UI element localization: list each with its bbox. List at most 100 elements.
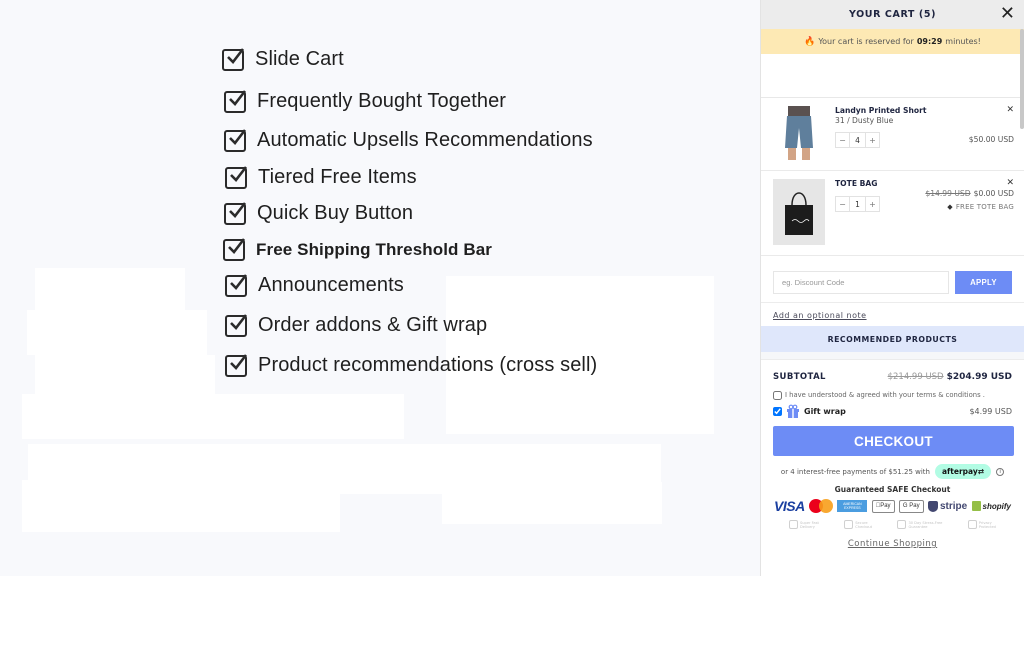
checkout-button[interactable]: CHECKOUT — [773, 426, 1014, 456]
quantity-stepper: − 1 + — [835, 196, 880, 212]
google-pay-logo: G Pay — [898, 499, 924, 513]
feature-label: Frequently Bought Together — [257, 90, 507, 112]
cart-title: YOUR CART (5) — [848, 9, 937, 20]
ghost-block — [35, 268, 185, 313]
cart-line-item: TOTE BAG − 1 + ✕ $14.99 USD $0.00 USD ◆ FR… — [761, 171, 1024, 256]
continue-shopping-link[interactable]: Continue Shopping — [773, 539, 1012, 549]
ghost-block — [27, 310, 207, 355]
safe-checkout-title: Guaranteed SAFE Checkout — [834, 485, 951, 494]
shield-icon — [927, 500, 938, 512]
feature-promo-panel: Slide Cart Frequently Bought Together Au… — [0, 0, 760, 576]
checkbox-checked-icon — [222, 47, 245, 71]
discount-row: APPLY — [761, 259, 1024, 303]
shorts-image[interactable] — [773, 106, 825, 162]
close-icon[interactable]: ✕ — [1000, 5, 1015, 23]
reservation-timer-bar: 🔥 Your cart is reserved for 09:29 minute… — [761, 29, 1024, 54]
item-title[interactable]: Landyn Printed Short — [835, 106, 1014, 115]
terms-label: I have understood & agreed with your ter… — [785, 391, 985, 399]
line-item-details: Landyn Printed Short 31 / Dusty Blue − 4… — [835, 105, 1014, 162]
subtotal-compare-price: $214.99 USD — [887, 372, 944, 382]
checkbox-checked-icon — [224, 89, 247, 113]
feature-label: Automatic Upsells Recommendations — [257, 129, 593, 151]
item-price: $50.00 USD — [968, 135, 1014, 144]
recommended-products-header[interactable]: RECOMMENDED PRODUCTS — [761, 326, 1024, 352]
cart-line-item: Landyn Printed Short 31 / Dusty Blue − 4… — [761, 98, 1024, 171]
apple-pay-logo: Pay — [871, 499, 895, 513]
visa-logo: VISA — [774, 498, 805, 514]
discount-code-input[interactable] — [773, 271, 949, 294]
subtotal-price: $204.99 USD — [946, 372, 1012, 382]
trophy-icon — [897, 520, 907, 529]
feature-label: Product recommendations (cross sell) — [258, 354, 598, 376]
page: Slide Cart Frequently Bought Together Au… — [0, 0, 1024, 650]
item-price: $0.00 USD — [973, 189, 1014, 198]
terms-checkbox[interactable] — [773, 390, 782, 400]
apply-discount-button[interactable]: APPLY — [955, 271, 1012, 294]
lock-icon — [967, 520, 977, 529]
ghost-block — [35, 355, 215, 395]
add-note-link[interactable]: Add an optional note — [761, 303, 1024, 326]
gift-wrap-option: Gift wrap — [773, 404, 846, 420]
checkbox-checked-icon — [224, 201, 247, 225]
trust-badge-delivery: Super Fast Delivery — [789, 520, 819, 529]
quantity-input[interactable]: 4 — [849, 133, 866, 147]
afterpay-logo[interactable]: afterpay⇄ — [934, 464, 992, 479]
free-shipping-bar — [761, 54, 1024, 98]
ghost-block — [22, 394, 404, 439]
stripe-label: stripe — [939, 500, 967, 512]
gift-wrap-label: Gift wrap — [804, 407, 846, 416]
checkbox-checked-icon — [225, 165, 248, 189]
payment-logos: VISA AMERICANEXPRESS Pay G Pay stripe s… — [773, 497, 1012, 515]
gift-wrap-checkbox[interactable] — [773, 407, 782, 416]
fire-icon: 🔥 — [804, 36, 816, 47]
remove-item-icon[interactable]: ✕ — [1006, 105, 1014, 115]
trust-badge-privacy: Privacy Protected — [967, 520, 996, 529]
increase-quantity-button[interactable]: + — [866, 133, 879, 147]
shopify-logo: shopify — [971, 501, 1011, 511]
item-title[interactable]: TOTE BAG — [835, 179, 1014, 188]
slide-cart-drawer: YOUR CART (5) ✕ 🔥 Your cart is reserved … — [760, 0, 1024, 576]
subtotal-label: SUBTOTAL — [773, 372, 826, 382]
afterpay-brand: afterpay — [941, 467, 978, 476]
feature-label: Order addons & Gift wrap — [258, 314, 488, 336]
free-item-badge: ◆ FREE TOTE BAG — [947, 203, 1014, 211]
checkbox-checked-icon — [225, 273, 248, 297]
feature-item: Order addons & Gift wrap — [225, 313, 488, 337]
afterpay-text: or 4 interest-free payments of $51.25 wi… — [780, 467, 930, 476]
quantity-stepper: − 4 + — [835, 132, 880, 148]
checkbox-checked-icon — [225, 313, 248, 337]
amex-logo: AMERICAN EXPRESS — [837, 500, 868, 512]
line-item-details: TOTE BAG − 1 + ✕ $14.99 USD $0.00 USD ◆ FR… — [835, 178, 1014, 245]
checkbox-checked-icon — [223, 238, 246, 261]
ghost-block — [442, 482, 662, 524]
subtotal-row: SUBTOTAL $214.99 USD $204.99 USD — [773, 367, 1012, 387]
trust-badge-text: Protected — [978, 524, 996, 529]
increase-quantity-button[interactable]: + — [866, 197, 879, 211]
trust-badge-text: Delivery — [800, 524, 815, 529]
feature-label: Quick Buy Button — [257, 202, 414, 224]
feature-label: Announcements — [258, 274, 404, 296]
feature-label: Slide Cart — [255, 48, 344, 70]
feature-label: Tiered Free Items — [258, 166, 417, 188]
cart-summary: SUBTOTAL $214.99 USD $204.99 USD I have u… — [761, 360, 1024, 549]
quantity-input[interactable]: 1 — [849, 197, 866, 211]
feature-item: Product recommendations (cross sell) — [225, 353, 598, 377]
ghost-block — [22, 480, 340, 532]
decrease-quantity-button[interactable]: − — [836, 133, 849, 147]
truck-icon — [789, 520, 798, 529]
reservation-time: 09:29 — [916, 37, 943, 46]
decrease-quantity-button[interactable]: − — [836, 197, 849, 211]
item-variant: 31 / Dusty Blue — [835, 116, 894, 125]
cart-header: YOUR CART (5) ✕ — [761, 0, 1024, 29]
trust-badge-secure: Secure Checkout — [844, 520, 872, 529]
free-item-badge-label: FREE TOTE BAG — [955, 203, 1014, 211]
remove-item-icon[interactable]: ✕ — [1006, 178, 1014, 188]
reservation-prefix: Your cart is reserved for — [818, 37, 914, 46]
info-icon[interactable]: i — [996, 467, 1005, 476]
trust-badge-text: Guarantee — [908, 524, 928, 529]
feature-label: Free Shipping Threshold Bar — [256, 240, 493, 259]
tote-bag-image[interactable] — [773, 179, 825, 245]
subtotal-values: $214.99 USD $204.99 USD — [888, 372, 1012, 382]
feature-item: Tiered Free Items — [225, 165, 417, 189]
gift-wrap-row: Gift wrap $4.99 USD — [773, 403, 1012, 420]
